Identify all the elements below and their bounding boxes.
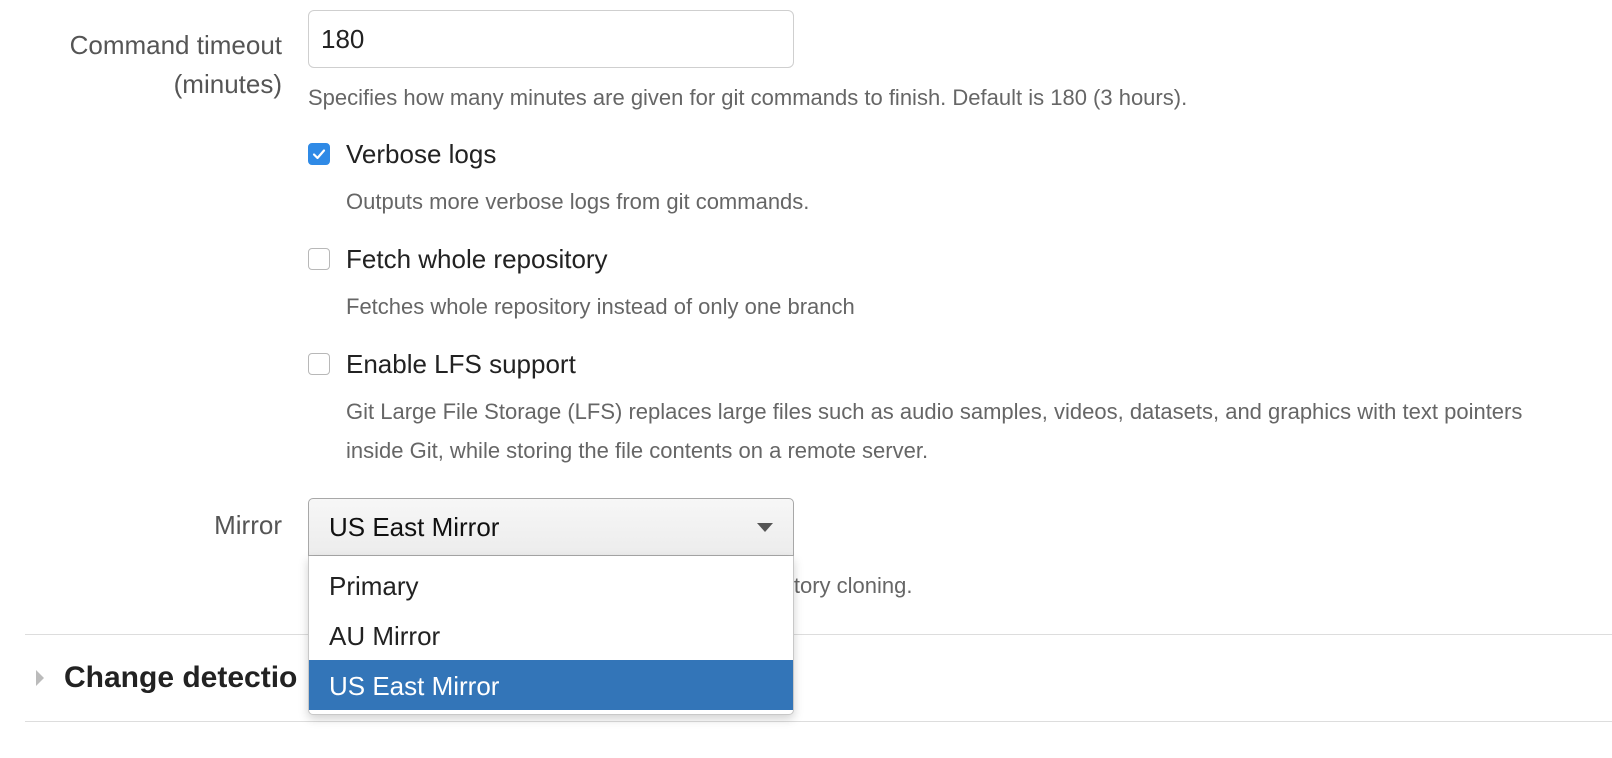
mirror-select[interactable]: US East Mirror: [308, 498, 794, 556]
verbose-logs-checkbox[interactable]: [308, 143, 330, 165]
command-timeout-label: Command timeout (minutes): [69, 30, 282, 99]
mirror-help: sitory cloning.: [778, 573, 913, 598]
verbose-logs-label[interactable]: Verbose logs: [346, 137, 496, 171]
fetch-whole-repository-help: Fetches whole repository instead of only…: [346, 294, 855, 319]
mirror-option-primary[interactable]: Primary: [309, 560, 793, 610]
command-timeout-help: Specifies how many minutes are given for…: [308, 85, 1188, 110]
enable-lfs-help: Git Large File Storage (LFS) replaces la…: [346, 399, 1523, 463]
mirror-dropdown-list: Primary AU Mirror US East Mirror: [308, 556, 794, 715]
git-settings-page: Command timeout(minutes) Specifies how m…: [0, 0, 1612, 758]
checkmark-icon: [312, 149, 326, 160]
command-timeout-input[interactable]: [308, 10, 794, 68]
mirror-option-us-east-mirror[interactable]: US East Mirror: [309, 660, 793, 710]
verbose-logs-help: Outputs more verbose logs from git comma…: [346, 189, 810, 214]
triangle-right-icon[interactable]: [36, 670, 44, 686]
mirror-select-value: US East Mirror: [329, 512, 500, 542]
mirror-label: Mirror: [214, 510, 282, 540]
section-divider: [25, 634, 1612, 635]
enable-lfs-label[interactable]: Enable LFS support: [346, 347, 576, 381]
fetch-whole-repository-label[interactable]: Fetch whole repository: [346, 242, 608, 276]
enable-lfs-checkbox[interactable]: [308, 353, 330, 375]
section-divider: [25, 721, 1612, 722]
caret-down-icon: [757, 523, 773, 532]
mirror-option-au-mirror[interactable]: AU Mirror: [309, 610, 793, 660]
fetch-whole-repository-checkbox[interactable]: [308, 248, 330, 270]
section-title-change-detection[interactable]: Change detectio: [64, 656, 297, 700]
